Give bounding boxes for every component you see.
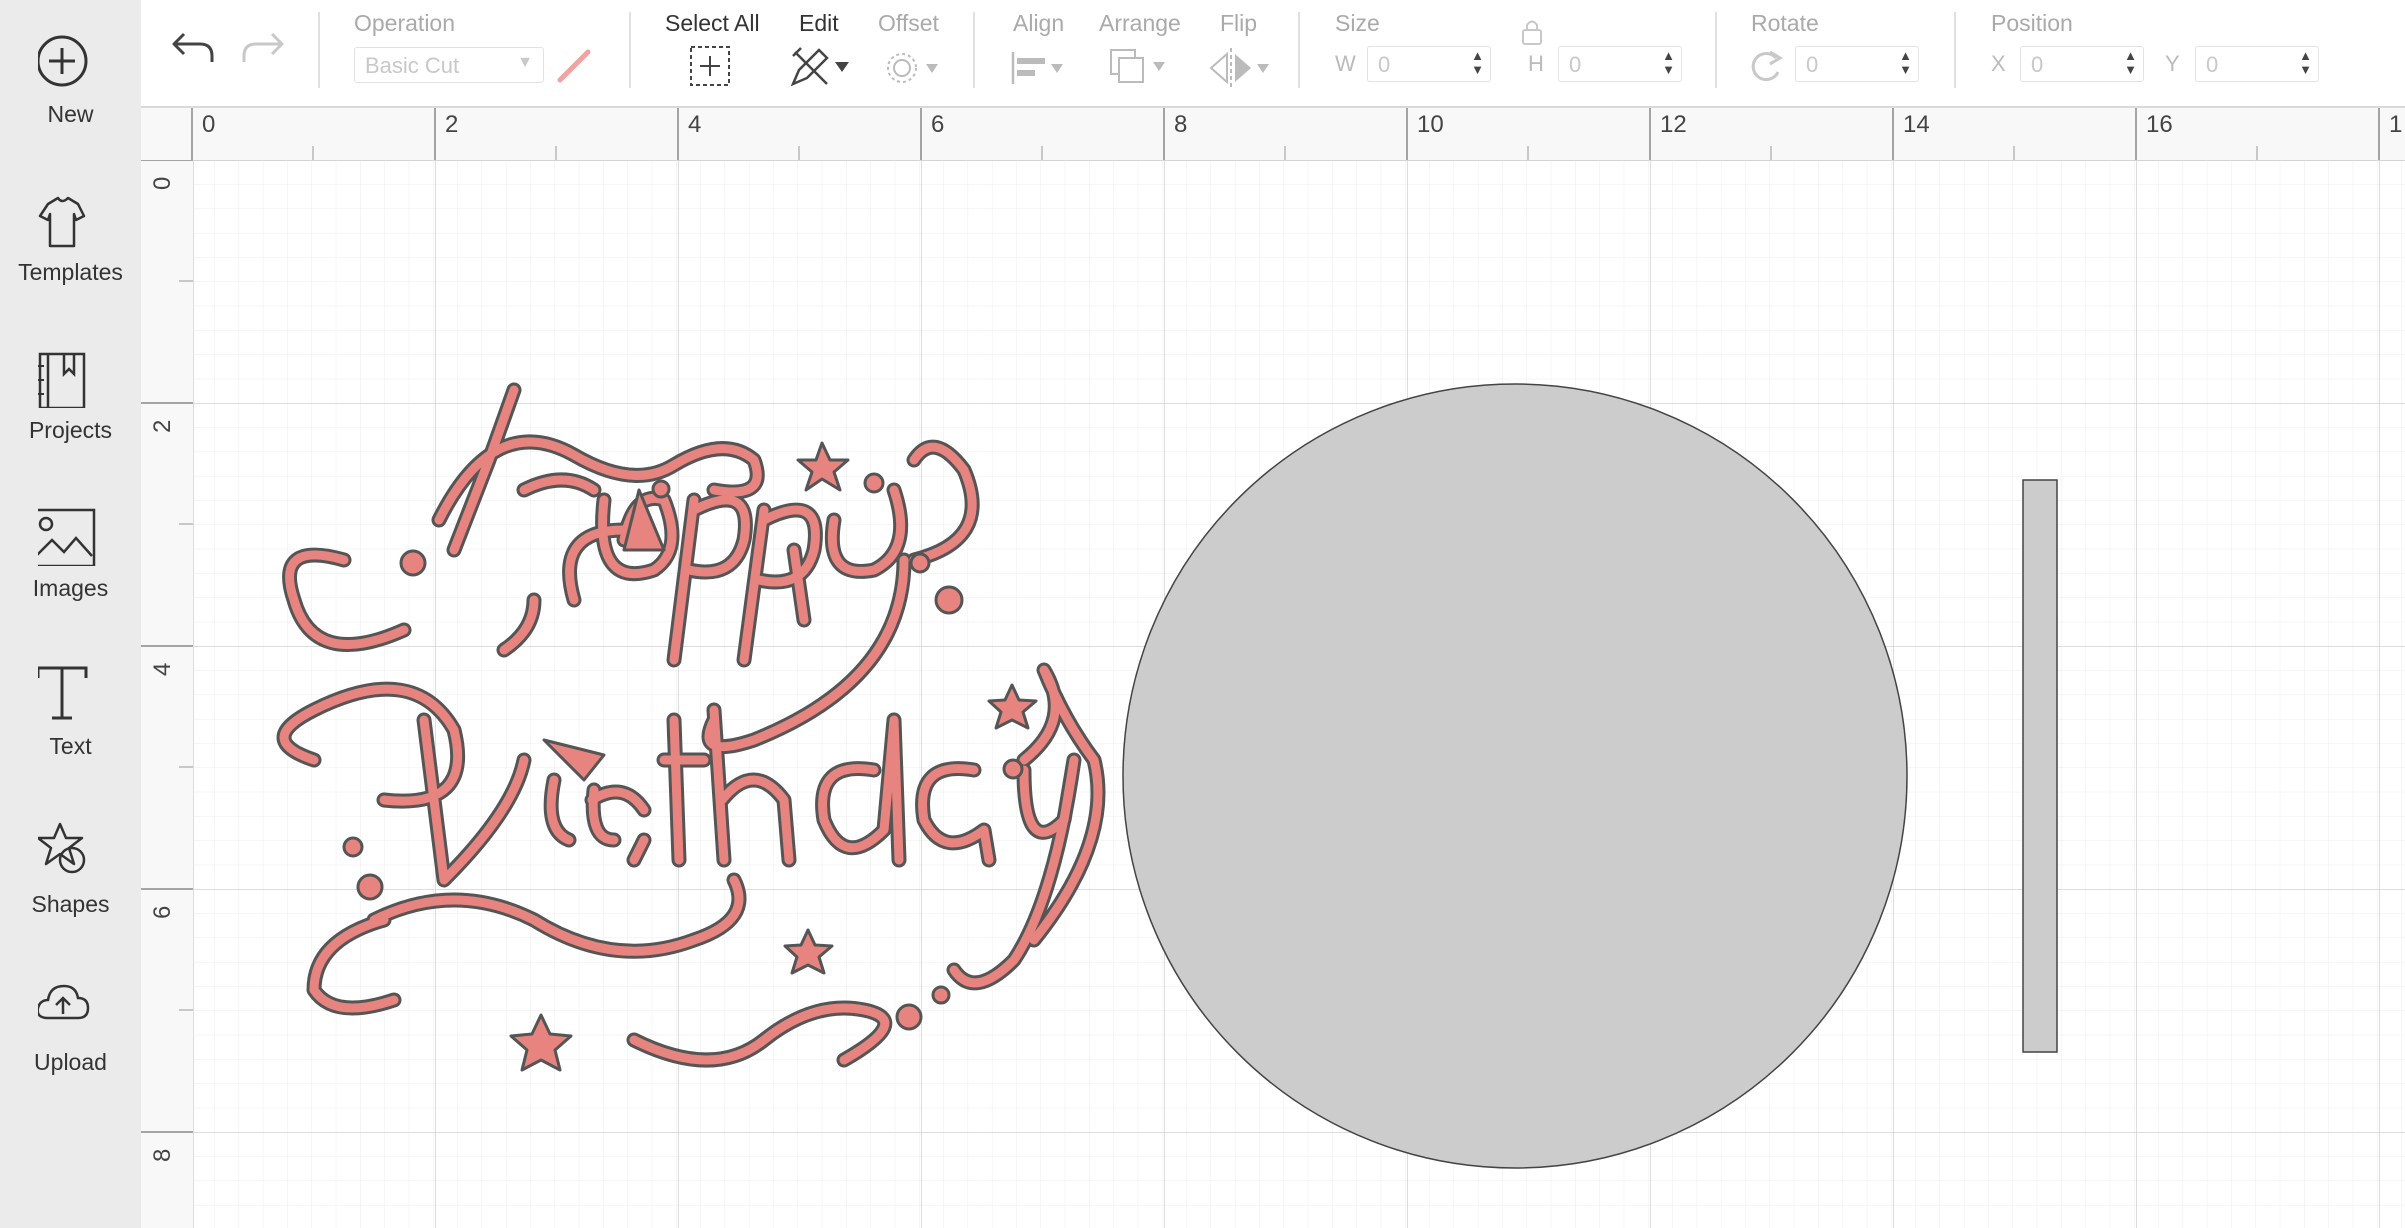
- rotate-value: 0: [1806, 52, 1819, 77]
- plus-circle-icon: [38, 35, 88, 87]
- sidebar-item-text[interactable]: Text: [0, 632, 141, 772]
- size-label: Size: [1335, 10, 1380, 36]
- toolbar-divider: [1954, 12, 1956, 88]
- operation-value: Basic Cut: [365, 53, 460, 78]
- ruler-number: 8: [149, 1148, 176, 1162]
- ruler-number: 1: [2389, 111, 2403, 138]
- sidebar-item-images[interactable]: Images: [0, 474, 141, 614]
- position-x-letter: X: [1991, 51, 2006, 76]
- height-input[interactable]: 0 ▲ ▼: [1558, 46, 1682, 82]
- offset-icon[interactable]: [884, 48, 944, 88]
- toolbar-divider: [1298, 12, 1300, 88]
- ruler-number: 4: [149, 662, 176, 676]
- canvas-surface: [194, 160, 2405, 1228]
- width-letter: W: [1335, 51, 1356, 76]
- notebook-icon: [38, 352, 86, 408]
- sidebar-item-new[interactable]: New: [0, 0, 141, 140]
- sidebar-label-images: Images: [32, 575, 109, 601]
- width-value: 0: [1378, 52, 1391, 77]
- sidebar-item-upload[interactable]: Upload: [0, 948, 141, 1088]
- position-y-letter: Y: [2165, 51, 2180, 76]
- width-input[interactable]: 0 ▲ ▼: [1367, 46, 1491, 82]
- operation-label: Operation: [354, 10, 456, 36]
- cloud-upload-icon: [38, 984, 90, 1020]
- shapes-icon: [38, 822, 86, 874]
- horizontal-ruler-ticks: [191, 108, 2380, 160]
- position-y-input[interactable]: 0 ▲ ▼: [2195, 46, 2319, 82]
- sidebar-item-shapes[interactable]: Shapes: [0, 790, 141, 930]
- position-x-input[interactable]: 0 ▲ ▼: [2020, 46, 2144, 82]
- stepper-icon: ▲ ▼: [2299, 48, 2312, 77]
- pen-color-swatch-icon[interactable]: [554, 46, 594, 86]
- ruler-number: 0: [149, 176, 176, 190]
- stepper-icon: ▲ ▼: [1899, 48, 1912, 77]
- offset-label: Offset: [878, 10, 939, 36]
- flip-icon[interactable]: [1207, 46, 1277, 90]
- vertical-ruler: 0 2 4 6 8: [141, 160, 194, 1228]
- height-value: 0: [1569, 52, 1582, 77]
- stepper-icon: ▲ ▼: [1471, 48, 1484, 77]
- sidebar-item-projects[interactable]: Projects: [0, 316, 141, 456]
- top-toolbar: Operation Basic Cut ▼ Select All Edit Of…: [141, 0, 2405, 108]
- ruler-number: 16: [2146, 111, 2173, 138]
- sidebar-label-new: New: [47, 101, 94, 127]
- select-all-icon[interactable]: [688, 44, 732, 88]
- position-y-value: 0: [2206, 52, 2219, 77]
- arrange-label: Arrange: [1099, 10, 1181, 36]
- left-sidebar: New Templates Projects Images Text Shape…: [0, 0, 141, 1228]
- rotate-icon: [1751, 50, 1783, 82]
- align-label: Align: [1013, 10, 1065, 36]
- sidebar-label-shapes: Shapes: [31, 891, 110, 917]
- ruler-number: 2: [445, 111, 459, 138]
- position-x-value: 0: [2031, 52, 2044, 77]
- circle-shape[interactable]: [1122, 383, 1908, 1169]
- rotate-label: Rotate: [1751, 10, 1819, 36]
- stepper-icon: ▲ ▼: [2124, 48, 2137, 77]
- sidebar-item-templates[interactable]: Templates: [0, 158, 141, 298]
- ruler-number: 12: [1660, 111, 1687, 138]
- lock-icon[interactable]: [1517, 16, 1547, 46]
- ruler-number: 0: [202, 111, 216, 138]
- ruler-number: 10: [1417, 111, 1444, 138]
- toolbar-divider: [318, 12, 320, 88]
- vertical-ruler-ticks: [141, 160, 193, 1133]
- ruler-number: 6: [931, 111, 945, 138]
- edit-tools-icon[interactable]: [789, 44, 853, 88]
- stepper-icon: ▲ ▼: [1662, 48, 1675, 77]
- toolbar-divider: [1715, 12, 1717, 88]
- horizontal-ruler: 0 2 4 6 8 10 12 14 16 1: [141, 108, 2405, 161]
- arrange-icon[interactable]: [1107, 46, 1173, 90]
- toolbar-divider: [629, 12, 631, 88]
- operation-select[interactable]: Basic Cut ▼: [354, 47, 544, 83]
- flip-label: Flip: [1220, 10, 1258, 36]
- ruler-number: 14: [1903, 111, 1930, 138]
- undo-icon[interactable]: [170, 30, 216, 66]
- ruler-number: 2: [149, 419, 176, 433]
- toolbar-divider: [973, 12, 975, 88]
- chevron-down-icon: ▼: [517, 54, 533, 71]
- rectangle-shape[interactable]: [2022, 479, 2058, 1053]
- ruler-number: 8: [1174, 111, 1188, 138]
- rotate-input[interactable]: 0 ▲ ▼: [1795, 46, 1919, 82]
- sidebar-label-text: Text: [49, 733, 92, 759]
- redo-icon[interactable]: [240, 30, 286, 66]
- sidebar-label-projects: Projects: [28, 417, 113, 443]
- image-icon: [38, 508, 96, 566]
- align-icon[interactable]: [1009, 48, 1069, 88]
- sidebar-label-upload: Upload: [34, 1049, 107, 1075]
- position-label: Position: [1991, 10, 2073, 36]
- tshirt-icon: [38, 196, 86, 248]
- edit-label: Edit: [799, 10, 839, 36]
- height-letter: H: [1528, 51, 1544, 76]
- text-t-icon: [38, 666, 88, 720]
- design-canvas[interactable]: [194, 160, 2405, 1228]
- sidebar-label-templates: Templates: [18, 259, 123, 285]
- select-all-label: Select All: [665, 10, 760, 36]
- ruler-number: 6: [149, 905, 176, 919]
- ruler-number: 4: [688, 111, 702, 138]
